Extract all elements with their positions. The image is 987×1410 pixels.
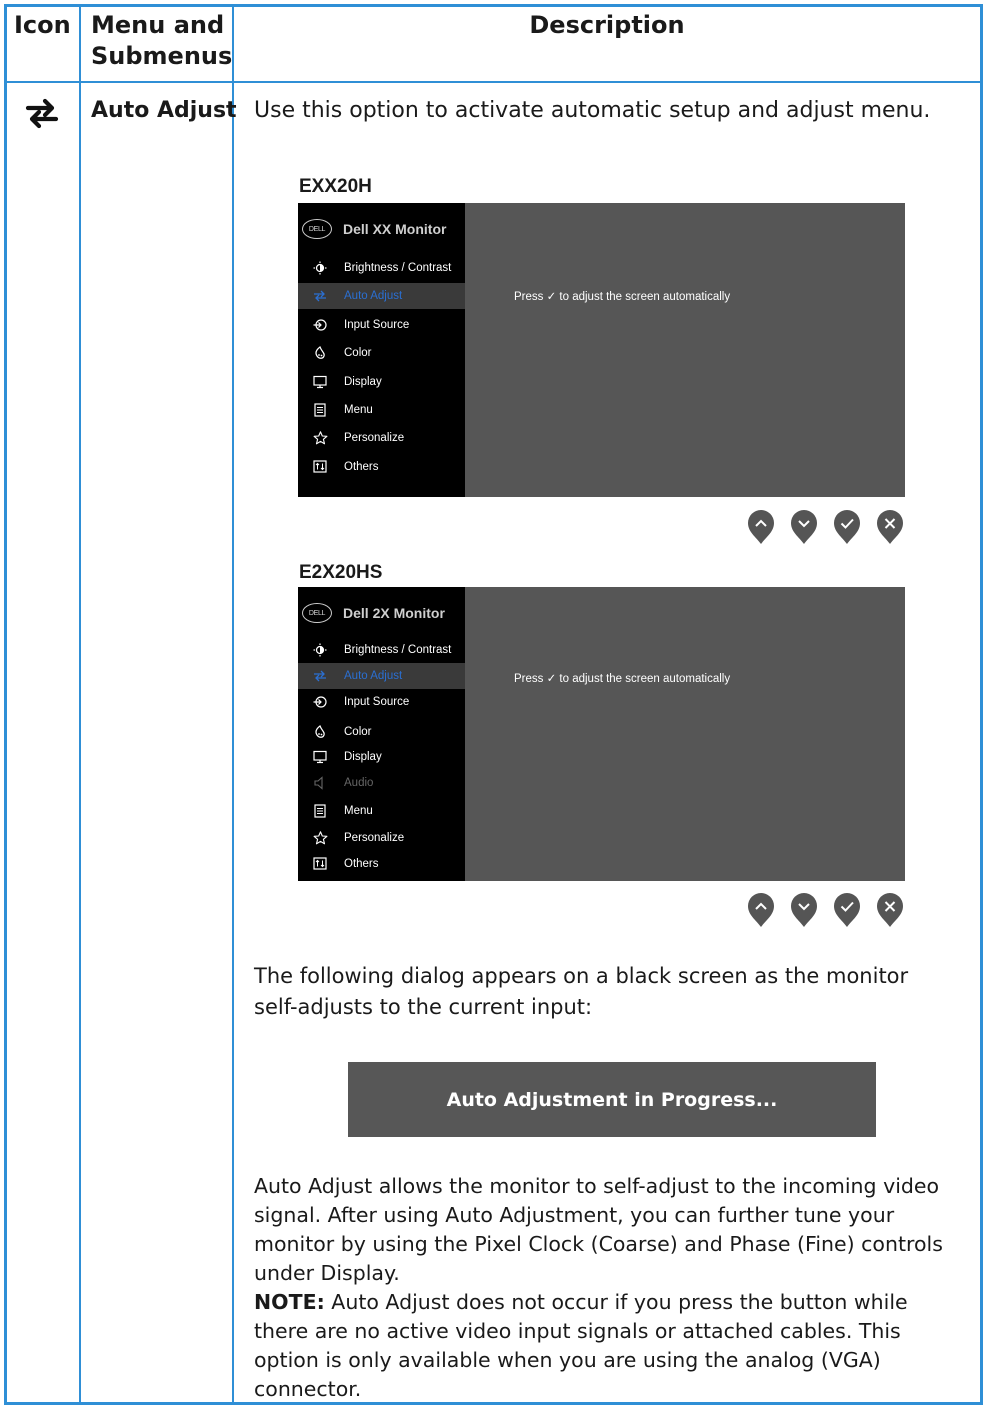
up-button[interactable] [746, 890, 776, 928]
speaker-icon [310, 776, 330, 790]
header-divider [4, 81, 983, 83]
down-button[interactable] [789, 890, 819, 928]
osd-menu-item-label: Audio [344, 777, 374, 789]
osd-menu-item-label: Menu [344, 404, 373, 416]
osd-menu-item-label: Auto Adjust [344, 670, 403, 683]
others-icon [310, 857, 330, 870]
osd-menu-item-auto-adjust[interactable]: Auto Adjust [298, 663, 465, 690]
star-icon [310, 831, 330, 845]
osd-menu-item-input-source[interactable]: Input Source [298, 312, 465, 338]
close-button[interactable] [875, 507, 905, 545]
display-icon [310, 750, 330, 764]
osd-menu-item-brightness-contrast[interactable]: Brightness / Contrast [298, 637, 465, 663]
header-description: Description [529, 11, 685, 39]
osd-menu-item-label: Personalize [344, 432, 405, 445]
osd-screen-2: DELL Dell 2X Monitor Brightness / Contra… [298, 587, 905, 881]
osd-menu-item-label: Others [344, 857, 379, 870]
dell-logo: DELL [302, 219, 332, 239]
osd-title-1: Dell XX Monitor [343, 221, 447, 237]
osd-menu-2: DELL Dell 2X Monitor Brightness / Contra… [298, 587, 465, 881]
model-label-2: E2X20HS [299, 562, 383, 583]
osd-screen-1: DELL Dell XX Monitor Brightness / Contra… [298, 203, 905, 497]
osd-menu-item-label: Color [344, 725, 372, 738]
auto-adjust-arrows-icon [24, 96, 60, 130]
display-icon [310, 375, 330, 389]
note-label: NOTE: [254, 1290, 325, 1314]
osd-menu-item-label: Auto Adjust [344, 290, 403, 303]
osd-menu-item-others[interactable]: Others [298, 454, 465, 480]
table-border-left [4, 4, 7, 1405]
osd-menu-item-menu[interactable]: Menu [298, 397, 465, 423]
brightness-icon [310, 261, 330, 275]
model-label-1: EXX20H [299, 176, 372, 197]
star-icon [310, 431, 330, 445]
osd-message-2: Press ✓ to adjust the screen automatical… [514, 673, 731, 685]
note-paragraph: NOTE: Auto Adjust does not occur if you … [254, 1288, 954, 1404]
osd-menu-item-label: Others [344, 460, 379, 473]
confirm-button[interactable] [832, 890, 862, 928]
close-button[interactable] [875, 890, 905, 928]
table-border-right [980, 4, 983, 1405]
osd-menu-item-auto-adjust[interactable]: Auto Adjust [298, 283, 465, 310]
body-text: Auto Adjust allows the monitor to self-a… [254, 1174, 943, 1285]
osd-menu-1: DELL Dell XX Monitor Brightness / Contra… [298, 203, 465, 497]
dialog-intro-text: The following dialog appears on a black … [254, 964, 909, 1019]
osd-menu-item-label: Brightness / Contrast [344, 262, 452, 274]
others-icon [310, 460, 330, 473]
note-text: Auto Adjust does not occur if you press … [254, 1290, 908, 1401]
dell-logo: DELL [302, 603, 332, 623]
header-icon: Icon [14, 11, 71, 39]
osd-menu-item-audio[interactable]: Audio [298, 770, 465, 796]
auto-adjust-icon [310, 670, 330, 682]
menu-icon [310, 804, 330, 818]
osd-menu-item-label: Display [344, 750, 382, 763]
column-divider-2 [232, 4, 234, 1405]
intro-text: Use this option to activate automatic se… [254, 98, 931, 123]
osd-menu-item-personalize[interactable]: Personalize [298, 425, 465, 451]
up-button[interactable] [746, 507, 776, 545]
osd-menu-item-label: Menu [344, 805, 373, 818]
osd-buttons-1 [746, 507, 906, 547]
color-palette-icon [310, 346, 330, 360]
osd-header-2: DELL Dell 2X Monitor [302, 599, 445, 627]
osd-menu-item-display[interactable]: Display [298, 744, 465, 770]
osd-menu-item-menu[interactable]: Menu [298, 798, 465, 824]
osd-menu-item-label: Input Source [344, 318, 410, 331]
osd-menu-item-input-source[interactable]: Input Source [298, 689, 465, 715]
auto-adjust-progress-dialog: Auto Adjustment in Progress... [348, 1062, 876, 1137]
osd-menu-item-label: Display [344, 375, 382, 388]
brightness-icon [310, 643, 330, 657]
table-border-top [4, 4, 983, 7]
column-divider-1 [79, 4, 81, 1405]
input-source-icon [310, 695, 330, 709]
osd-menu-item-display[interactable]: Display [298, 369, 465, 395]
osd-menu-item-label: Brightness / Contrast [344, 644, 452, 656]
auto-adjust-icon [310, 290, 330, 302]
osd-menu-item-color[interactable]: Color [298, 719, 465, 745]
osd-menu-item-label: Color [344, 347, 372, 360]
osd-menu-item-label: Personalize [344, 832, 405, 845]
osd-menu-item-others[interactable]: Others [298, 851, 465, 877]
osd-buttons-2 [746, 890, 906, 930]
osd-message-1: Press ✓ to adjust the screen automatical… [514, 291, 731, 303]
osd-menu-item-color[interactable]: Color [298, 340, 465, 366]
menu-table: Icon Menu and Submenus Description Auto … [0, 0, 987, 1410]
color-palette-icon [310, 724, 330, 739]
osd-menu-item-personalize[interactable]: Personalize [298, 825, 465, 851]
menu-name-auto-adjust: Auto Adjust [91, 98, 237, 123]
menu-icon [310, 403, 330, 417]
progress-dialog-text: Auto Adjustment in Progress... [446, 1088, 778, 1111]
input-source-icon [310, 318, 330, 332]
osd-menu-item-brightness-contrast[interactable]: Brightness / Contrast [298, 255, 465, 281]
osd-header-1: DELL Dell XX Monitor [302, 215, 446, 243]
header-menu: Menu and Submenus [91, 11, 233, 70]
down-button[interactable] [789, 507, 819, 545]
osd-title-2: Dell 2X Monitor [343, 605, 445, 621]
osd-menu-item-label: Input Source [344, 696, 410, 709]
confirm-button[interactable] [832, 507, 862, 545]
